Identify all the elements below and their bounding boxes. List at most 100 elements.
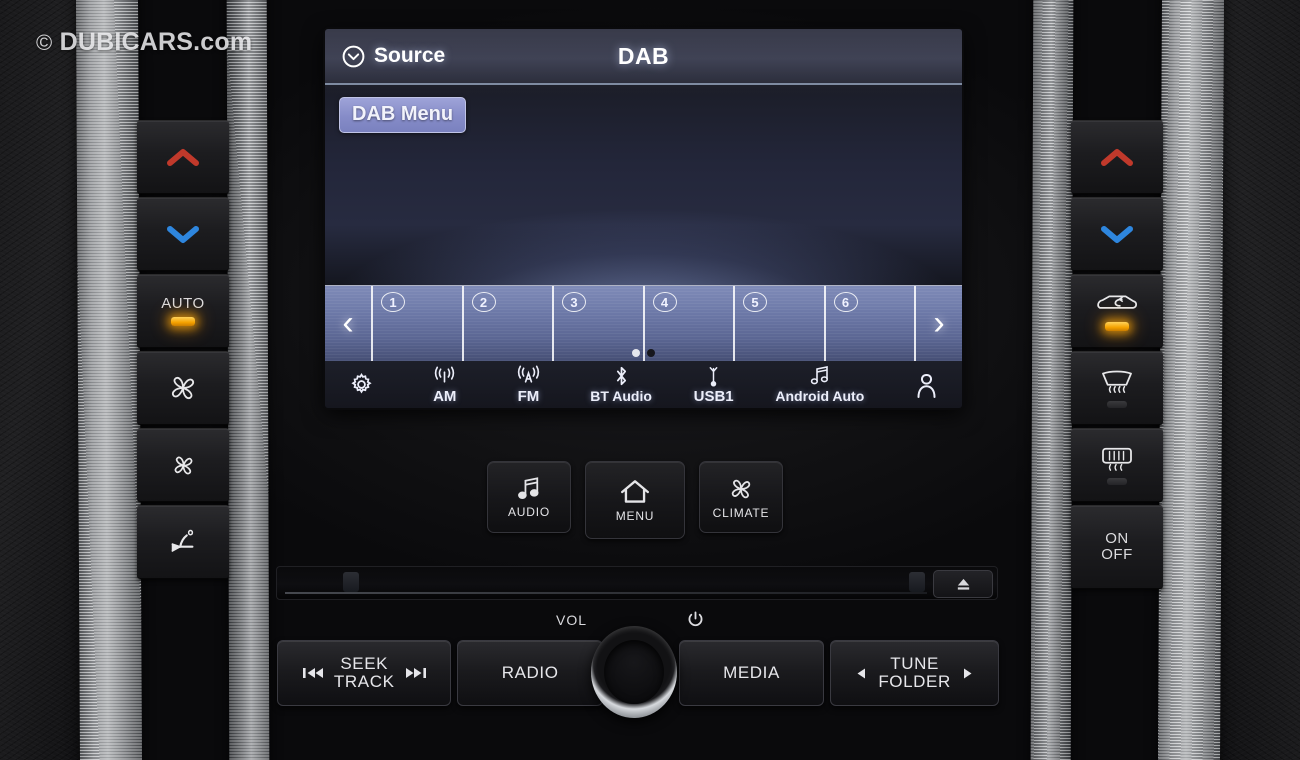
cd-slot-tab [909,572,925,592]
source-android-auto-button[interactable]: Android Auto [775,365,864,404]
aluminum-trim-right-outer [1157,0,1225,760]
watermark-copyright: © [36,30,53,55]
recirculation-led-indicator [1105,322,1129,331]
fm-antenna-icon [517,365,540,383]
air-recirculation-button[interactable] [1071,274,1163,348]
triangle-right-icon [963,668,972,678]
chevron-up-icon [167,149,199,166]
aluminum-trim-left-inner [226,0,270,760]
source-button[interactable]: Source [341,44,445,69]
gear-icon [350,373,372,394]
source-am-button[interactable]: AM [423,365,467,405]
climate-button[interactable]: CLIMATE [699,461,783,533]
source-label: Android Auto [775,388,865,404]
chevron-down-icon [1101,226,1133,243]
settings-button[interactable] [339,372,383,397]
music-note-icon [810,366,828,385]
eject-icon [957,578,969,590]
audio-button[interactable]: AUDIO [487,461,571,533]
preset-number: 6 [833,292,858,312]
auto-led-indicator [171,316,195,326]
rear-defrost-led-indicator [1107,478,1127,485]
function-button-row: AUDIO MENU CLIMATE [487,461,783,539]
passenger-temp-down-button[interactable] [1071,197,1163,271]
fan-icon [731,479,751,498]
volume-knob[interactable] [591,626,677,718]
bluetooth-icon [616,366,626,386]
preset-strip: ‹ 1 2 3 4 5 6 › [325,285,962,361]
page-dot[interactable] [632,349,640,357]
preset-page-indicator [325,349,962,357]
tune-folder-label: TUNE FOLDER [878,655,951,691]
airflow-mode-button[interactable] [137,505,229,579]
seek-line1: SEEK [340,654,389,674]
rear-defrost-button[interactable] [1071,428,1163,502]
chevron-down-icon [167,226,199,243]
dab-menu-button[interactable]: DAB Menu [339,97,467,133]
tune-line1: TUNE [890,654,939,674]
menu-button[interactable]: MENU [585,461,685,539]
circle-chevron-down-icon [342,45,365,67]
seek-track-label: SEEK TRACK [334,655,395,691]
on-label: ON [1105,530,1129,548]
radio-button[interactable]: RADIO [457,640,603,706]
preset-number: 1 [381,292,405,312]
cd-slot-lip [285,592,927,594]
watermark: © DUBICARS.com [36,28,252,57]
infotainment-screen[interactable]: Source DAB DAB Menu ‹ 1 2 3 4 5 6 › AM F… [325,29,962,408]
skip-back-icon [302,668,323,678]
source-label: Source [374,44,446,67]
front-defrost-button[interactable] [1071,351,1163,425]
climate-label: CLIMATE [712,505,770,520]
media-button[interactable]: MEDIA [678,640,825,706]
menu-label: MENU [615,508,655,523]
fan-speed-up-button[interactable] [137,351,229,425]
preset-number: 2 [471,292,496,312]
fan-small-icon [174,456,192,474]
tune-folder-button[interactable]: TUNE FOLDER [830,640,999,706]
source-fm-button[interactable]: FM [506,365,550,405]
passenger-temp-up-button[interactable] [1071,120,1163,194]
power-button[interactable] [686,610,705,629]
source-label: FM [517,387,540,405]
aluminum-trim-right-inner [1030,0,1074,760]
cd-slot [276,566,998,600]
climate-panel-left: AUTO [137,120,229,582]
preset-number: 3 [562,292,586,312]
home-icon [621,479,649,503]
preset-number: 4 [652,292,677,312]
driver-temp-down-button[interactable] [137,197,229,271]
center-console: AUTO ON OFF Source DAB DAB Menu ‹ 1 2 3 … [0,0,1300,760]
user-profile-button[interactable] [904,371,948,399]
tune-line2: FOLDER [878,672,951,691]
climate-panel-right: ON OFF [1071,120,1163,592]
usb-icon [709,366,718,387]
chevron-up-icon [1101,149,1133,166]
power-icon [688,611,703,627]
triangle-left-icon [857,668,866,678]
recirculate-icon [1097,295,1138,309]
source-bt-audio-button[interactable]: BT Audio [590,365,652,404]
rear-defrost-icon [1102,447,1132,471]
seek-track-button[interactable]: SEEK TRACK [277,640,452,706]
climate-on-off-button[interactable]: ON OFF [1071,505,1163,589]
auto-climate-button[interactable]: AUTO [137,274,229,348]
screen-header: Source DAB [325,29,962,85]
cd-eject-button[interactable] [933,570,993,598]
airflow-seat-icon [171,529,194,553]
source-label: BT Audio [590,388,652,404]
skip-forward-icon [405,668,426,678]
source-usb1-button[interactable]: USB1 [692,365,736,405]
music-note-icon [518,476,539,499]
fan-icon [172,377,194,399]
seek-line2: TRACK [333,672,395,691]
fan-speed-down-button[interactable] [137,428,229,502]
page-dot-active[interactable] [647,349,655,357]
radio-label: RADIO [501,663,559,683]
auto-label: AUTO [161,295,205,313]
source-label: AM [433,387,457,405]
preset-number: 5 [743,292,767,312]
driver-temp-up-button[interactable] [137,120,229,194]
front-defrost-led-indicator [1107,401,1127,408]
watermark-text: DUBICARS.com [59,28,253,56]
